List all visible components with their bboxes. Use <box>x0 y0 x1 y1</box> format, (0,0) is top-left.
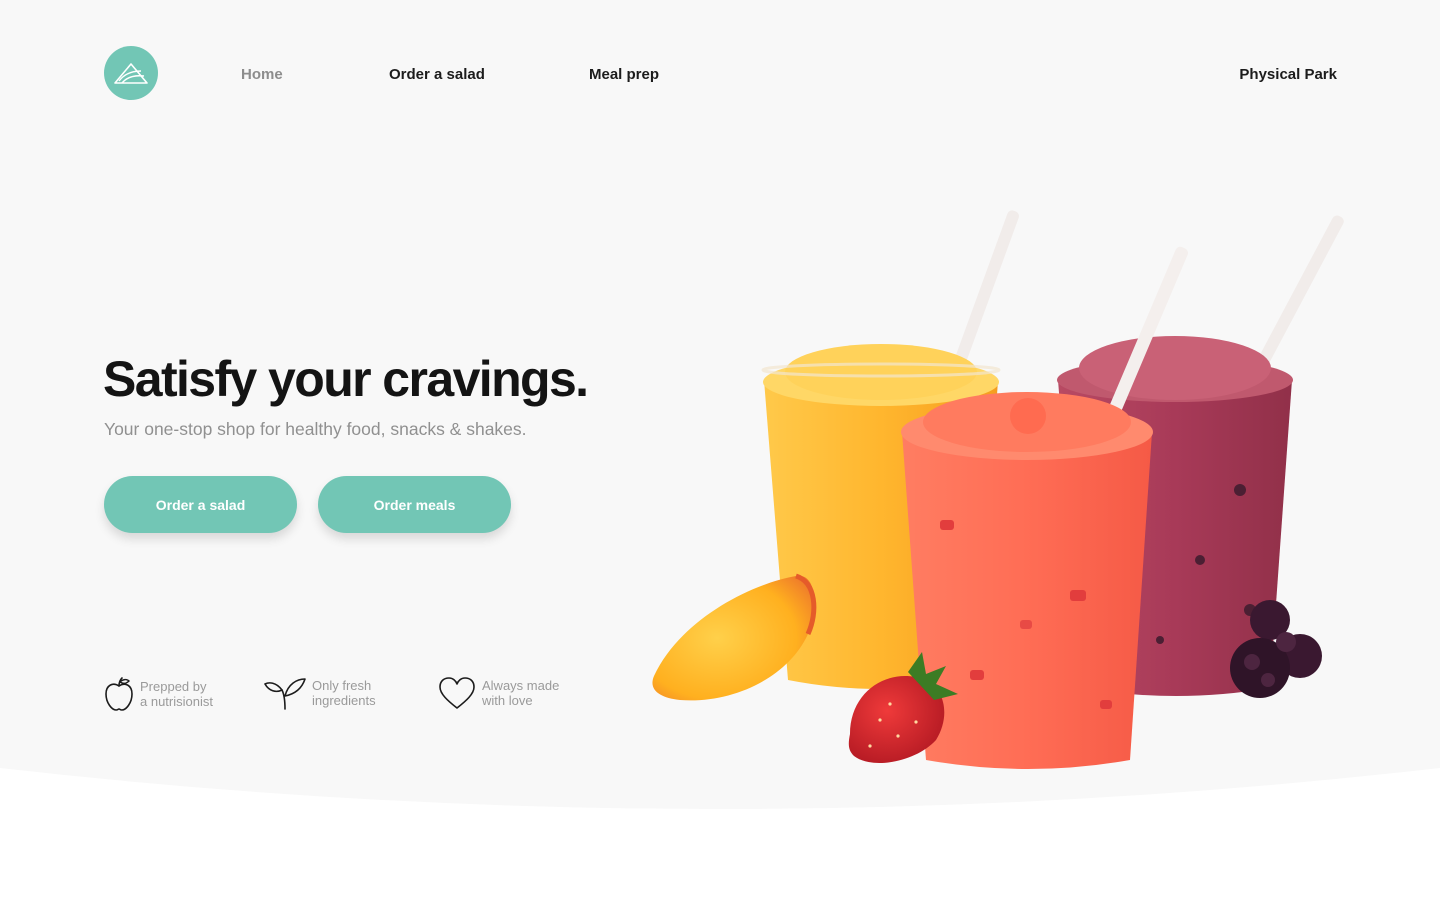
feature-made-with-love: Always made with love <box>438 676 559 710</box>
sprout-icon <box>264 676 306 710</box>
feature-line: Always made <box>482 678 560 693</box>
order-salad-button[interactable]: Order a salad <box>104 476 297 533</box>
hero-headline: Satisfy your cravings. <box>103 351 589 407</box>
feature-line: a nutrisionist <box>140 694 213 709</box>
nav-link-meal-prep[interactable]: Meal prep <box>589 66 659 83</box>
feature-line: Prepped by <box>140 679 207 694</box>
feature-line: Only fresh <box>312 678 372 693</box>
nav-link-home[interactable]: Home <box>241 66 283 83</box>
heart-icon <box>438 676 476 710</box>
apple-icon <box>104 676 134 712</box>
feature-line: ingredients <box>312 693 376 708</box>
order-meals-button[interactable]: Order meals <box>318 476 511 533</box>
mountain-logo-icon[interactable] <box>104 46 158 100</box>
feature-nutritionist: Prepped by a nutrisionist <box>104 676 213 712</box>
feature-line: with love <box>482 693 533 708</box>
smoothies-image <box>652 210 1344 769</box>
nav-link-order-salad[interactable]: Order a salad <box>389 66 485 83</box>
hero-subtitle: Your one-stop shop for healthy food, sna… <box>104 419 527 439</box>
feature-fresh-ingredients: Only fresh ingredients <box>264 676 376 710</box>
location-link[interactable]: Physical Park <box>1239 66 1337 83</box>
